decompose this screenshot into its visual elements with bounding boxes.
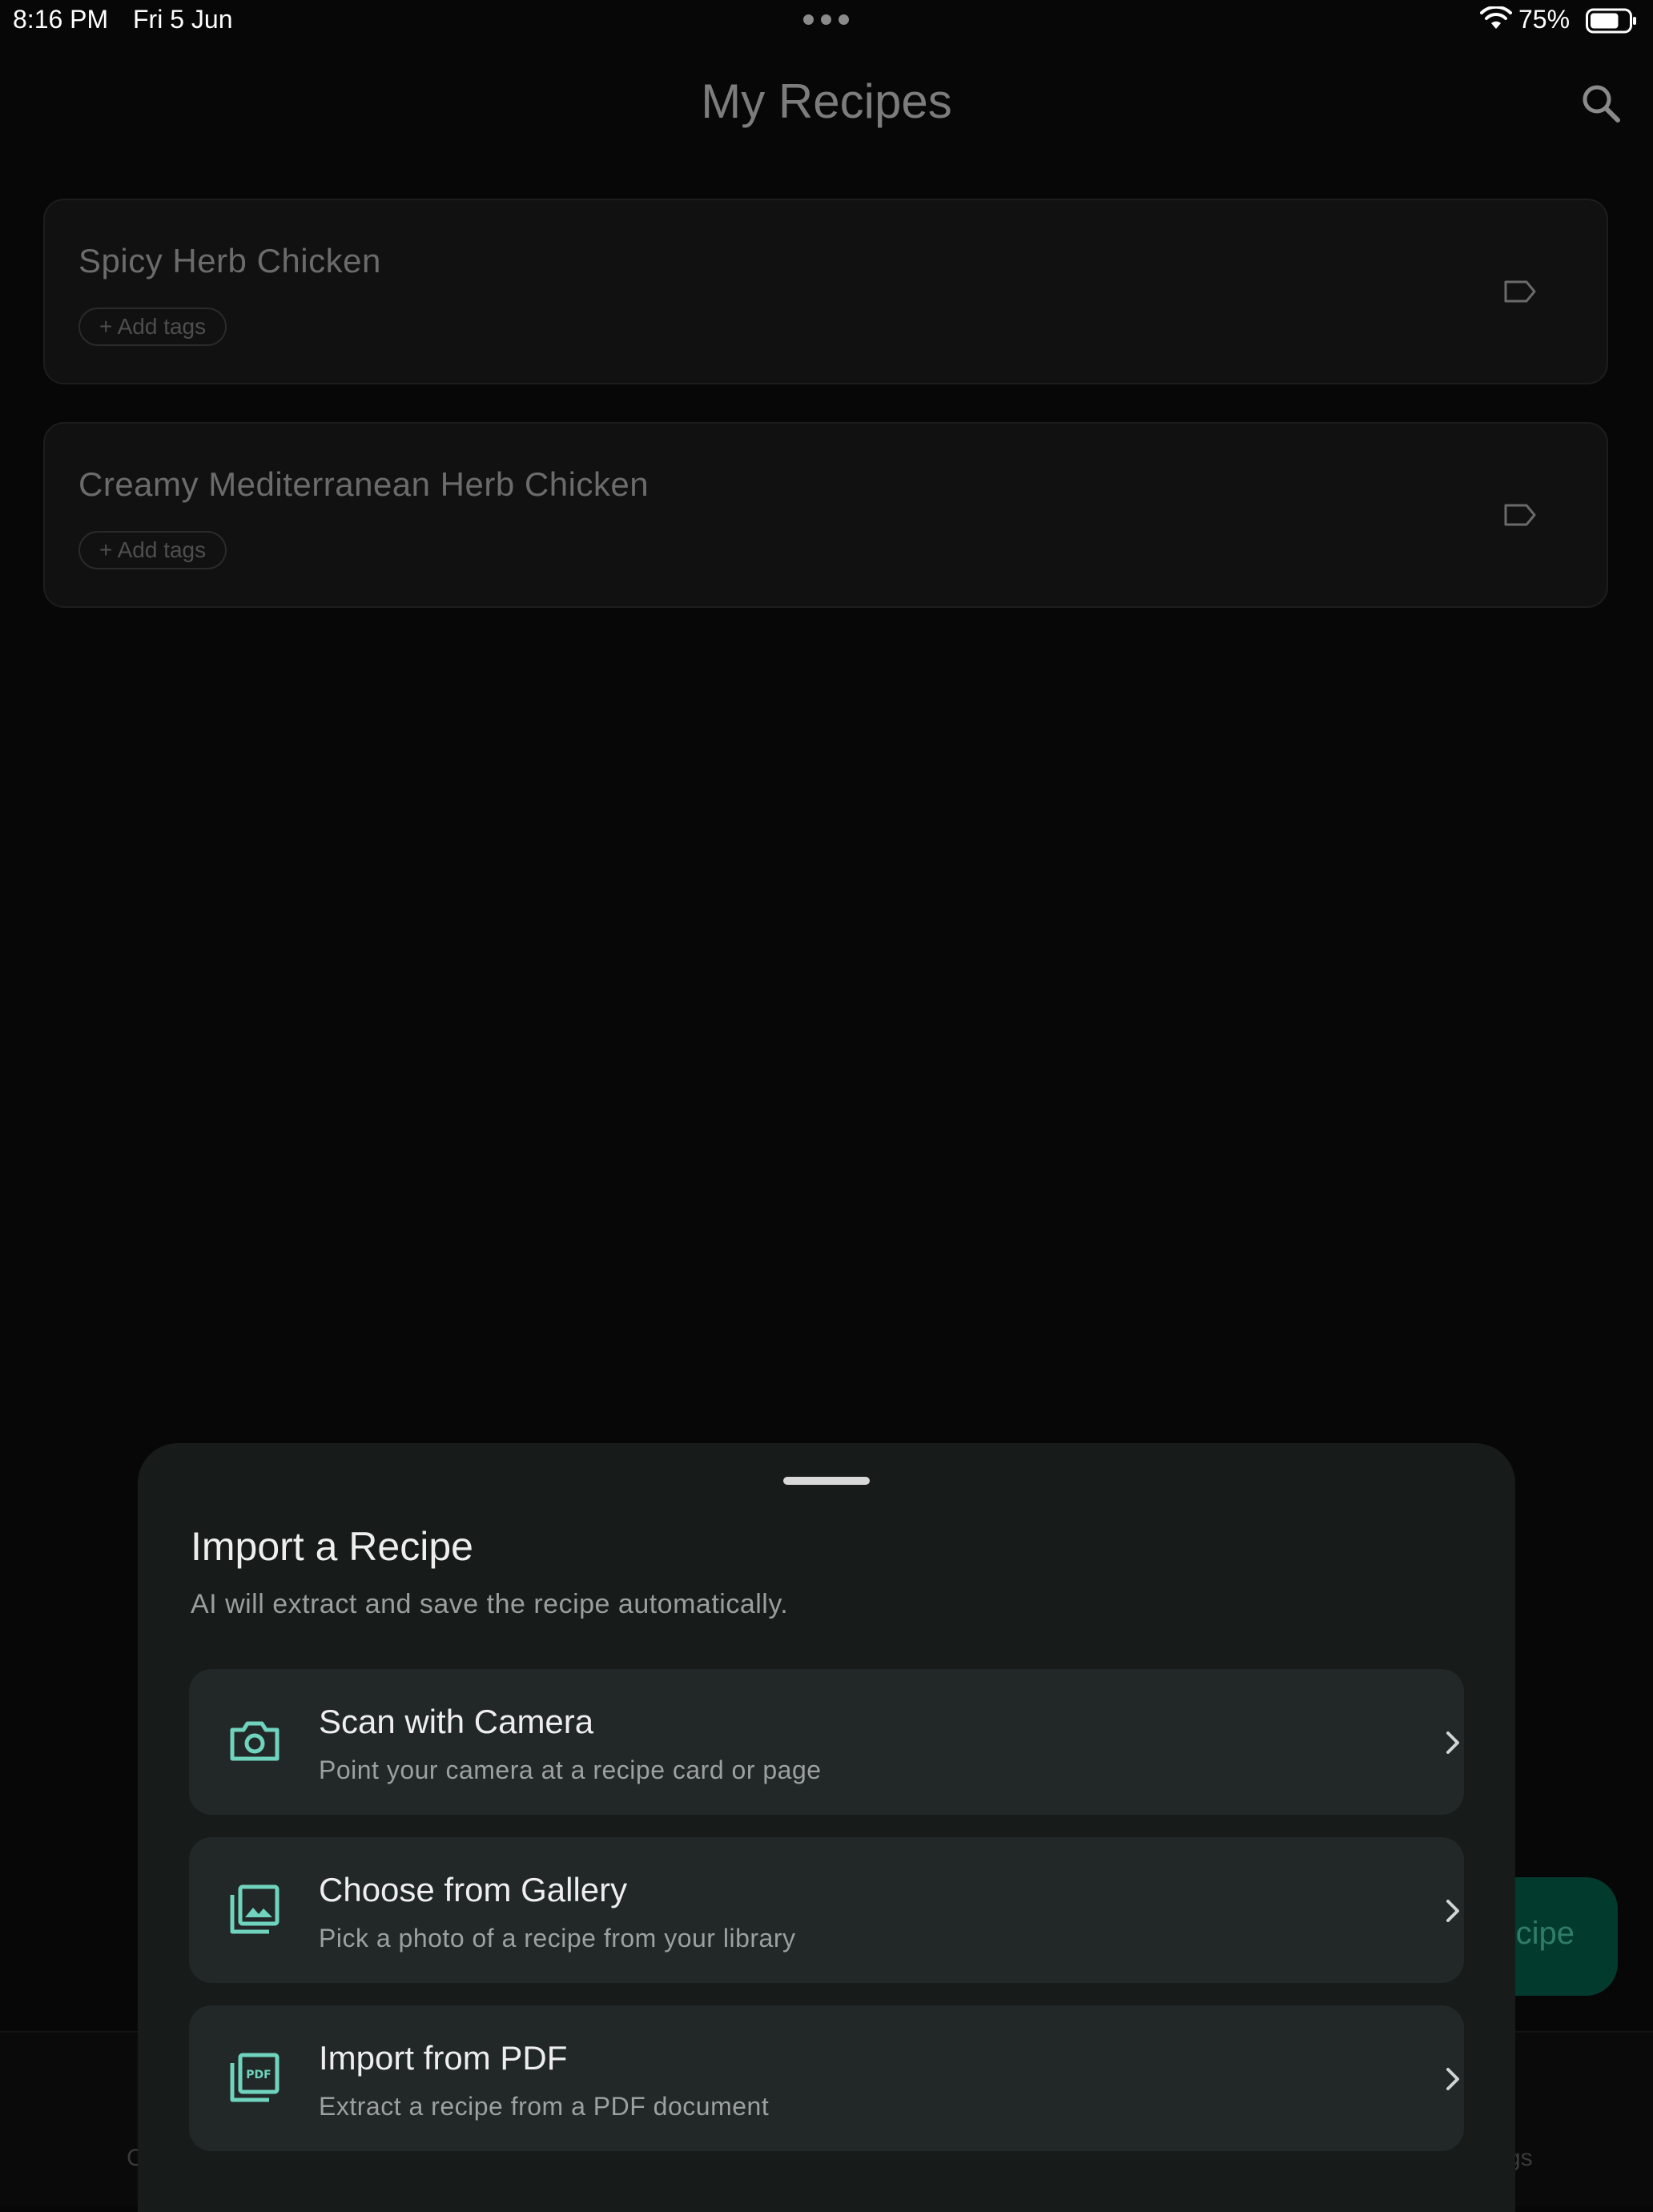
- status-time: 8:16 PM: [13, 5, 109, 34]
- option-title: Choose from Gallery: [319, 1871, 628, 1908]
- search-icon[interactable]: [1578, 80, 1626, 128]
- option-title: Scan with Camera: [319, 1703, 594, 1740]
- chevron-right-icon: [1446, 2068, 1459, 2090]
- gallery-icon: [230, 1884, 280, 1934]
- page-title: My Recipes: [701, 74, 952, 128]
- option-title: Import from PDF: [319, 2039, 568, 2077]
- add-recipe-label: cipe: [1515, 1916, 1575, 1951]
- battery-icon: [1586, 8, 1636, 34]
- sheet-subtitle: AI will extract and save the recipe auto…: [191, 1589, 789, 1619]
- chevron-right-icon: [1446, 1731, 1459, 1754]
- status-bar: 8:16 PM Fri 5 Jun 75%: [0, 0, 1653, 45]
- multitasking-dots-icon[interactable]: [803, 14, 850, 26]
- recipe-title: Spicy Herb Chicken: [78, 242, 381, 280]
- option-subtitle: Point your camera at a recipe card or pa…: [319, 1756, 822, 1784]
- choose-from-gallery-option[interactable]: Choose from Gallery Pick a photo of a re…: [189, 1837, 1464, 1983]
- recipe-card[interactable]: Spicy Herb Chicken + Add tags: [43, 199, 1608, 384]
- option-subtitle: Extract a recipe from a PDF document: [319, 2092, 770, 2121]
- add-tags-button[interactable]: + Add tags: [78, 531, 227, 569]
- scan-with-camera-option[interactable]: Scan with Camera Point your camera at a …: [189, 1669, 1464, 1815]
- sheet-drag-handle[interactable]: [783, 1477, 870, 1485]
- tag-icon[interactable]: [1502, 501, 1538, 529]
- tag-icon[interactable]: [1502, 277, 1538, 306]
- wifi-icon: [1480, 6, 1512, 29]
- chevron-right-icon: [1446, 1900, 1459, 1922]
- sheet-title: Import a Recipe: [191, 1524, 473, 1569]
- recipe-title: Creamy Mediterranean Herb Chicken: [78, 465, 650, 503]
- add-tags-button[interactable]: + Add tags: [78, 308, 227, 346]
- option-subtitle: Pick a photo of a recipe from your libra…: [319, 1924, 796, 1953]
- pdf-icon: PDF: [230, 2053, 280, 2102]
- status-date: Fri 5 Jun: [133, 5, 233, 34]
- battery-percent: 75%: [1518, 5, 1571, 34]
- import-recipe-sheet: Import a Recipe AI will extract and save…: [138, 1443, 1515, 2212]
- recipe-card[interactable]: Creamy Mediterranean Herb Chicken + Add …: [43, 422, 1608, 608]
- camera-icon: [230, 1721, 280, 1761]
- svg-text:PDF: PDF: [246, 2069, 271, 2081]
- import-from-pdf-option[interactable]: PDF Import from PDF Extract a recipe fro…: [189, 2005, 1464, 2151]
